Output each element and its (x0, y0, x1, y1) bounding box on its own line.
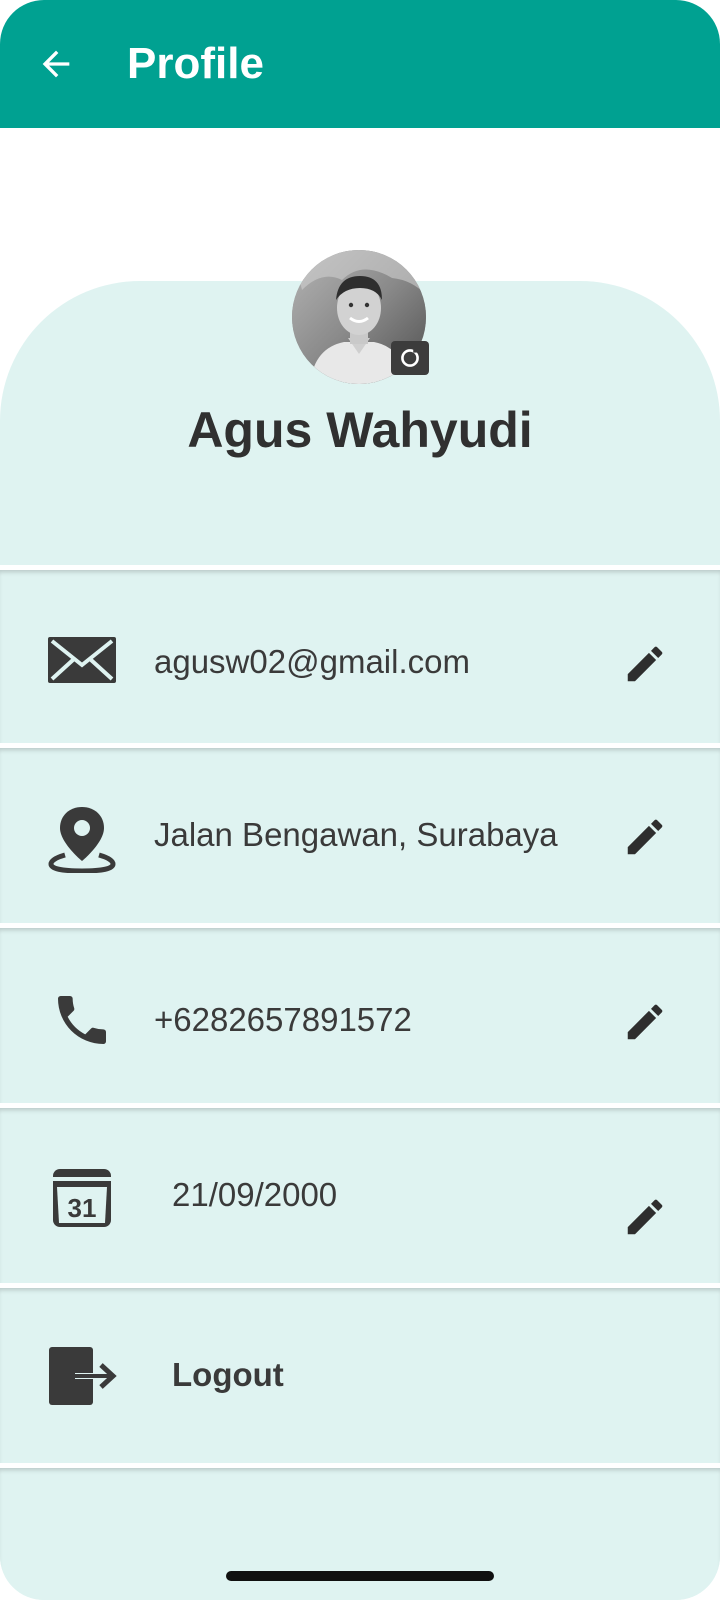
calendar-day-number: 31 (68, 1193, 97, 1223)
edit-birthdate-button[interactable] (618, 1190, 672, 1244)
profile-name: Agus Wahyudi (187, 402, 533, 458)
email-row[interactable]: agusw02@gmail.com (0, 565, 720, 748)
address-value: Jalan Bengawan, Surabaya (154, 816, 558, 853)
phone-value: +6282657891572 (154, 1001, 412, 1038)
logout-icon-wrap (42, 1336, 122, 1416)
location-pin-icon (48, 807, 116, 873)
phone-row[interactable]: +6282657891572 (0, 923, 720, 1108)
pencil-icon (627, 1199, 663, 1235)
birthdate-row[interactable]: 31 21/09/2000 (0, 1103, 720, 1288)
edit-email-button[interactable] (618, 637, 672, 691)
email-icon-wrap (42, 620, 122, 700)
logout-label: Logout (172, 1356, 284, 1393)
logout-icon (49, 1347, 117, 1405)
phone-icon (58, 996, 106, 1044)
logout-row[interactable]: Logout (0, 1283, 720, 1468)
address-row[interactable]: Jalan Bengawan, Surabaya (0, 743, 720, 928)
envelope-icon (48, 637, 116, 683)
email-value: agusw02@gmail.com (154, 643, 470, 680)
address-icon-wrap (42, 798, 122, 878)
profile-screen: Profile Agus Wahyudi agusw02@gmail.com J… (0, 0, 720, 1600)
change-photo-button[interactable] (391, 341, 429, 375)
pencil-icon (627, 646, 663, 682)
pencil-icon (627, 819, 663, 855)
calendar-icon: 31 (53, 1169, 111, 1227)
home-indicator[interactable] (226, 1571, 494, 1581)
edit-phone-button[interactable] (618, 995, 672, 1049)
arrow-left-icon (42, 50, 70, 78)
page-title: Profile (127, 39, 264, 88)
app-bar: Profile (0, 0, 720, 128)
pencil-icon (627, 1004, 663, 1040)
camera-icon (401, 348, 419, 367)
phone-icon-wrap (42, 980, 122, 1060)
birthdate-value: 21/09/2000 (172, 1176, 338, 1213)
edit-address-button[interactable] (618, 810, 672, 864)
birthdate-icon-wrap: 31 (42, 1158, 122, 1238)
back-button[interactable] (30, 36, 82, 92)
